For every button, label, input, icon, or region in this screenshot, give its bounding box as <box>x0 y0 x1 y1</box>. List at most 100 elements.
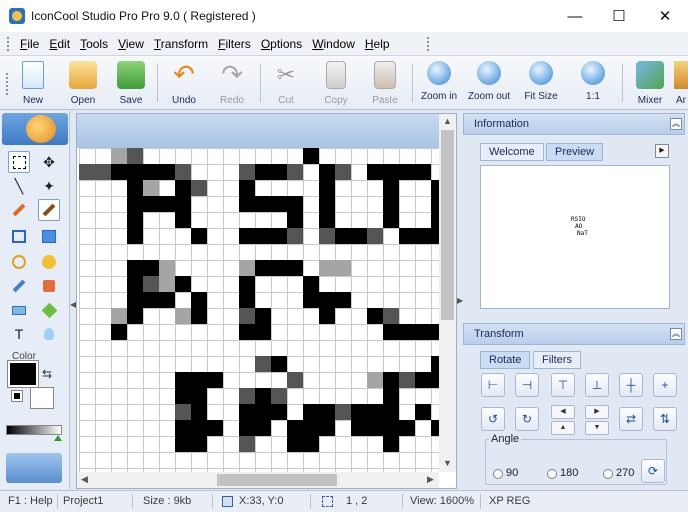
pixel-cell[interactable] <box>303 420 319 436</box>
vertical-scrollbar[interactable]: ▲ ▼ <box>439 114 456 472</box>
pixel-cell[interactable] <box>127 228 143 244</box>
pixel-cell[interactable] <box>175 212 191 228</box>
pixel-cell[interactable] <box>255 420 271 436</box>
pixel-cell[interactable] <box>127 148 143 164</box>
align-top-icon[interactable]: ⊤ <box>551 373 575 397</box>
pixel-cell[interactable] <box>287 164 303 180</box>
pixel-cell[interactable] <box>111 164 127 180</box>
arrange-button[interactable]: Ar <box>674 59 688 109</box>
move-arrow-icon[interactable]: ✥ <box>38 151 60 173</box>
flip-horizontal-icon[interactable]: ⇄ <box>619 407 643 431</box>
pixel-cell[interactable] <box>431 212 439 228</box>
pixel-cell[interactable] <box>383 196 399 212</box>
menu-filters[interactable]: Filters <box>218 37 251 51</box>
pixel-cell[interactable] <box>383 180 399 196</box>
tab-filters[interactable]: Filters <box>533 351 581 369</box>
menu-edit[interactable]: Edit <box>49 37 70 51</box>
pixel-cell[interactable] <box>255 228 271 244</box>
pixel-cell[interactable] <box>111 308 127 324</box>
marquee-select-icon[interactable] <box>8 151 30 173</box>
pixel-cell[interactable] <box>95 164 111 180</box>
collapse-right-arrow-icon[interactable]: ▶ <box>457 296 463 305</box>
collapse-information-icon[interactable]: ︽ <box>670 118 682 130</box>
pixel-cell[interactable] <box>303 276 319 292</box>
align-left-icon[interactable]: ⊢ <box>481 373 505 397</box>
pixel-cell[interactable] <box>239 404 255 420</box>
ellipse-fill-icon[interactable] <box>38 251 60 273</box>
pixel-cell[interactable] <box>207 420 223 436</box>
pixel-cell[interactable] <box>335 292 351 308</box>
pixel-cell[interactable] <box>255 308 271 324</box>
pixel-cell[interactable] <box>127 260 143 276</box>
pixel-cell[interactable] <box>319 164 335 180</box>
pixel-cell[interactable] <box>175 276 191 292</box>
pixel-cell[interactable] <box>431 196 439 212</box>
pixel-cell[interactable] <box>143 260 159 276</box>
pixel-cell[interactable] <box>431 324 439 340</box>
pixel-cell[interactable] <box>415 324 431 340</box>
pixel-cell[interactable] <box>303 404 319 420</box>
pixel-cell[interactable] <box>191 420 207 436</box>
pixel-cell[interactable] <box>239 180 255 196</box>
eyedropper-icon[interactable] <box>8 275 30 297</box>
pixel-cell[interactable] <box>175 436 191 452</box>
pixel-cell[interactable] <box>239 308 255 324</box>
pixel-cell[interactable] <box>399 164 415 180</box>
pixel-cell[interactable] <box>255 388 271 404</box>
pixel-cell[interactable] <box>255 164 271 180</box>
pixel-cell[interactable] <box>319 292 335 308</box>
pixel-cell[interactable] <box>319 404 335 420</box>
pixel-cell[interactable] <box>255 404 271 420</box>
line-icon[interactable]: ╲ <box>8 175 30 197</box>
pixel-cell[interactable] <box>431 228 439 244</box>
pixel-cell[interactable] <box>191 180 207 196</box>
copy-button[interactable]: Copy <box>318 59 354 109</box>
pixel-cell[interactable] <box>191 308 207 324</box>
pixel-cell[interactable] <box>255 196 271 212</box>
swap-colors-icon[interactable]: ⇆ <box>42 367 52 381</box>
pixel-cell[interactable] <box>287 372 303 388</box>
pixel-cell[interactable] <box>143 196 159 212</box>
scroll-left-arrow-icon[interactable]: ◀ <box>81 474 88 485</box>
align-right-icon[interactable]: ⊣ <box>515 373 539 397</box>
save-button[interactable]: Save <box>114 59 148 109</box>
pixel-grid[interactable] <box>79 148 439 473</box>
pixel-cell[interactable] <box>367 308 383 324</box>
horizontal-scroll-thumb[interactable] <box>217 474 337 486</box>
pixel-cell[interactable] <box>159 164 175 180</box>
angle-90-radio[interactable] <box>493 469 503 479</box>
pixel-cell[interactable] <box>143 164 159 180</box>
pixel-cell[interactable] <box>175 180 191 196</box>
vertical-scroll-thumb[interactable] <box>441 130 454 320</box>
collapse-transform-icon[interactable]: ︽ <box>670 328 682 340</box>
pixel-cell[interactable] <box>383 212 399 228</box>
redo-button[interactable]: ↷ Redo <box>214 59 250 109</box>
foreground-color-swatch[interactable] <box>7 360 39 388</box>
pixel-cell[interactable] <box>271 164 287 180</box>
pixel-cell[interactable] <box>127 180 143 196</box>
pixel-cell[interactable] <box>319 196 335 212</box>
pixel-cell[interactable] <box>159 260 175 276</box>
pixel-cell[interactable] <box>399 372 415 388</box>
paste-button[interactable]: Paste <box>366 59 404 109</box>
apply-rotate-icon[interactable]: ⟳ <box>641 459 665 483</box>
pixel-cell[interactable] <box>367 420 383 436</box>
pixel-cell[interactable] <box>367 404 383 420</box>
pixel-cell[interactable] <box>399 420 415 436</box>
pixel-cell[interactable] <box>271 404 287 420</box>
pixel-cell[interactable] <box>239 276 255 292</box>
pixel-cell[interactable] <box>239 436 255 452</box>
pixel-cell[interactable] <box>239 388 255 404</box>
pixel-cell[interactable] <box>383 324 399 340</box>
pixel-cell[interactable] <box>175 420 191 436</box>
diamond-gem-icon[interactable] <box>38 299 60 321</box>
mixer-button[interactable]: Mixer <box>632 59 668 109</box>
maximize-button[interactable]: ☐ <box>596 0 642 32</box>
tab-scroll-right-icon[interactable]: ▶ <box>655 144 669 158</box>
pixel-cell[interactable] <box>383 388 399 404</box>
angle-180-radio[interactable] <box>547 469 557 479</box>
pixel-cell[interactable] <box>287 436 303 452</box>
cut-button[interactable]: ✂ Cut <box>268 59 304 109</box>
pixel-cell[interactable] <box>431 372 439 388</box>
zoom-out-button[interactable]: Zoom out <box>466 59 512 109</box>
